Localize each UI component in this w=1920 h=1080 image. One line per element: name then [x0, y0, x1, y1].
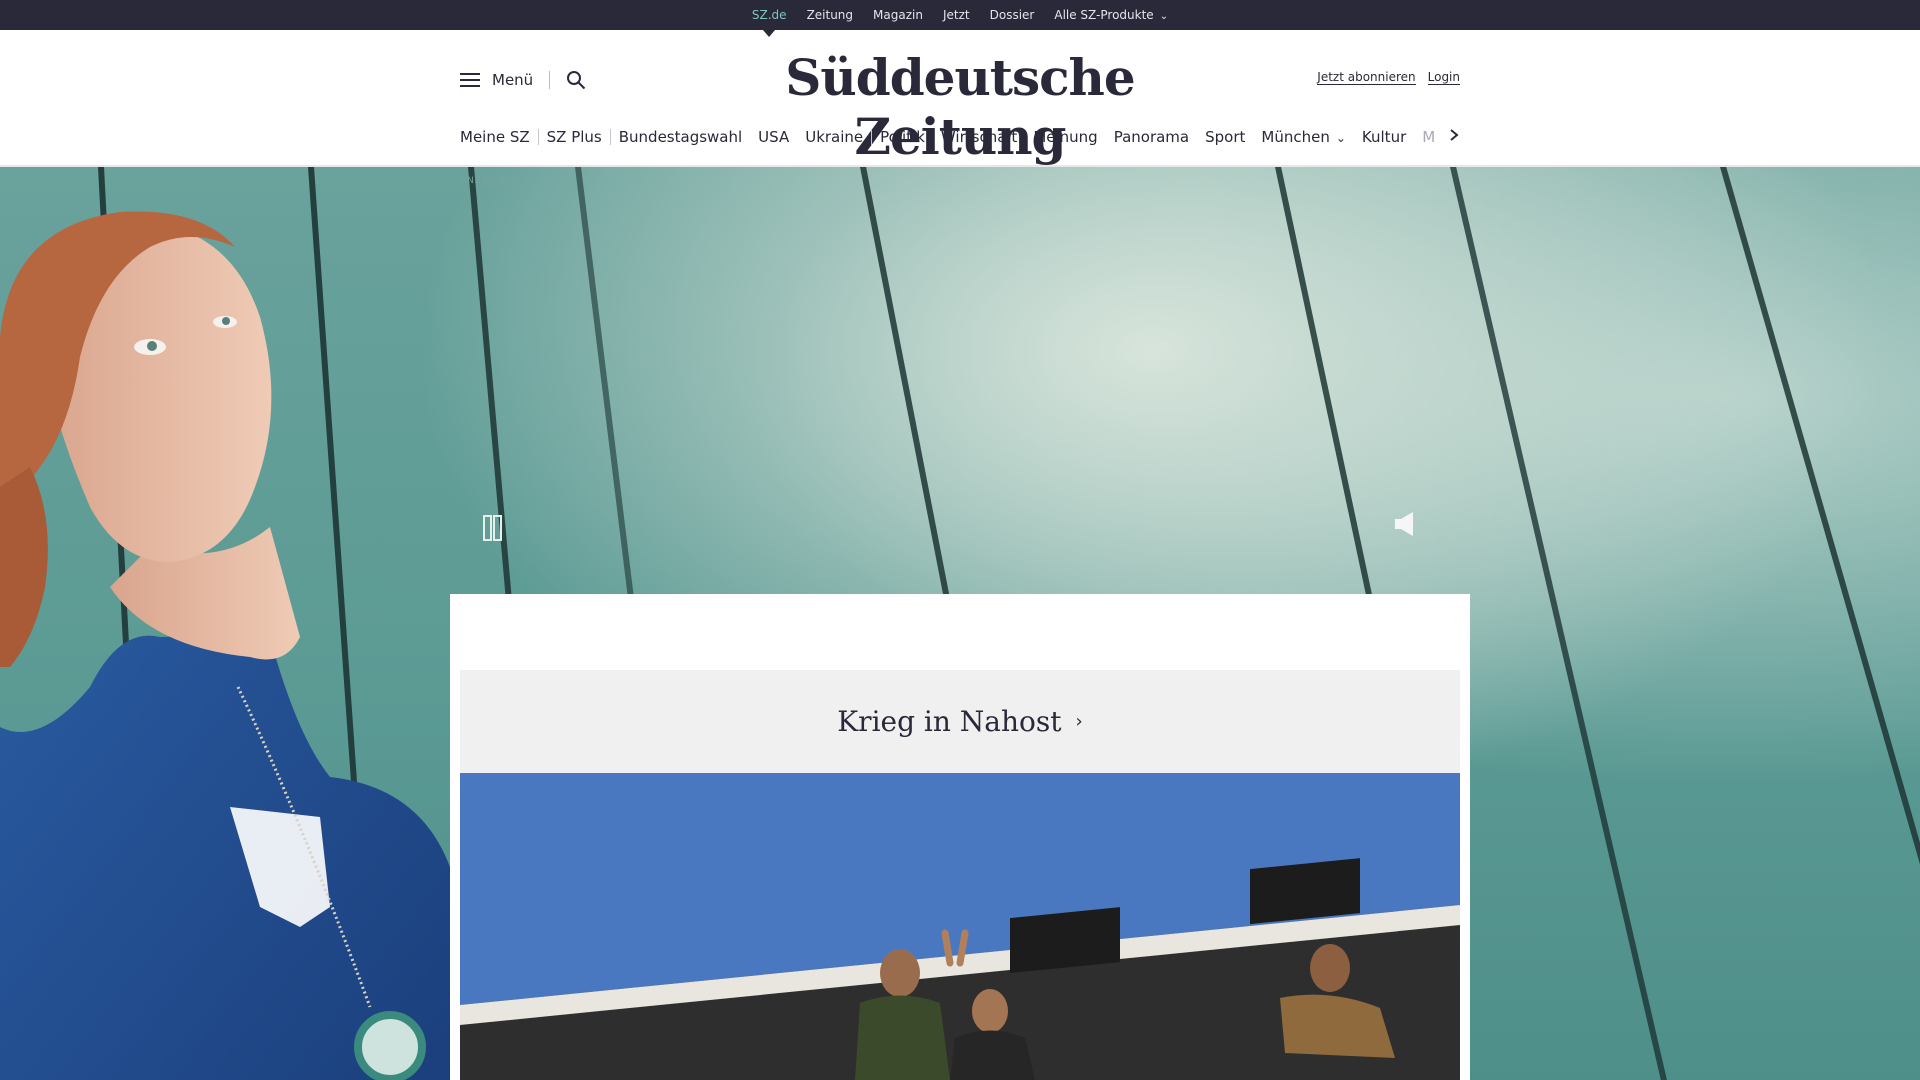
ad-decoration	[1450, 167, 1672, 1080]
ad-person-illustration	[0, 211, 450, 1080]
nav-item-meine-sz[interactable]: Meine SZ	[460, 128, 538, 146]
nav-item-bundestagswahl[interactable]: Bundestagswahl	[611, 128, 750, 146]
nav-scroll-right-icon[interactable]	[1442, 128, 1460, 146]
divider	[549, 71, 551, 89]
ad-label: ANZEIGE	[460, 176, 508, 186]
site-logo[interactable]: Süddeutsche Zeitung	[720, 48, 1200, 166]
nav-item-sport[interactable]: Sport	[1197, 128, 1253, 146]
subscribe-link[interactable]: Jetzt abonnieren	[1317, 70, 1416, 85]
nav-item-panorama[interactable]: Panorama	[1106, 128, 1197, 146]
hamburger-icon[interactable]	[460, 73, 480, 87]
main-navigation: Meine SZ SZ Plus Bundestagswahl USA Ukra…	[460, 128, 1460, 146]
section-header-krieg-in-nahost[interactable]: Krieg in Nahost ›	[460, 670, 1460, 773]
chevron-down-icon: ⌄	[1335, 131, 1346, 145]
nav-item-muenchen[interactable]: München ⌄	[1253, 128, 1354, 146]
topbar-link-alle-produkte-label: Alle SZ-Produkte	[1054, 8, 1154, 22]
product-bar: SZ.de Zeitung Magazin Jetzt Dossier Alle…	[0, 0, 1920, 37]
nav-item-more-faded[interactable]: M	[1414, 128, 1443, 146]
ad-decoration	[1720, 167, 1920, 1080]
topbar-link-dossier[interactable]: Dossier	[990, 8, 1035, 22]
menu-button[interactable]: Menü	[492, 71, 533, 89]
topbar-link-zeitung[interactable]: Zeitung	[807, 8, 853, 22]
nav-item-sz-plus[interactable]: SZ Plus	[539, 128, 610, 146]
menu-area: Menü	[460, 70, 586, 90]
topbar-link-jetzt[interactable]: Jetzt	[943, 8, 970, 22]
lead-article-image[interactable]	[460, 773, 1460, 1080]
ad-decoration	[860, 167, 956, 629]
nav-item-muenchen-label: München	[1261, 128, 1330, 146]
ad-decoration	[1275, 167, 1379, 627]
topbar-link-sz-de[interactable]: SZ.de	[752, 8, 787, 37]
topbar-link-magazin[interactable]: Magazin	[873, 8, 923, 22]
topbar-link-alle-produkte[interactable]: Alle SZ-Produkte ⌄	[1054, 8, 1168, 22]
pause-icon[interactable]	[483, 515, 502, 541]
ad-decoration	[575, 167, 640, 644]
search-icon[interactable]	[566, 70, 586, 90]
login-link[interactable]: Login	[1427, 70, 1460, 85]
nav-item-politik[interactable]: Politik	[872, 128, 933, 146]
nav-item-wirtschaft[interactable]: Wirtschaft	[933, 128, 1025, 146]
account-links: Jetzt abonnieren Login	[1317, 70, 1460, 85]
chevron-right-icon: ›	[1075, 711, 1083, 732]
section-title: Krieg in Nahost	[837, 705, 1062, 738]
nav-item-meinung[interactable]: Meinung	[1025, 128, 1105, 146]
nav-item-kultur[interactable]: Kultur	[1354, 128, 1414, 146]
content-panel: Krieg in Nahost ›	[450, 594, 1470, 1080]
chevron-down-icon: ⌄	[1159, 11, 1169, 22]
site-header: Menü Süddeutsche Zeitung Jetzt abonniere…	[0, 30, 1920, 167]
nav-item-ukraine[interactable]: Ukraine	[797, 128, 871, 146]
nav-item-usa[interactable]: USA	[750, 128, 797, 146]
speaker-icon[interactable]	[1393, 510, 1417, 538]
